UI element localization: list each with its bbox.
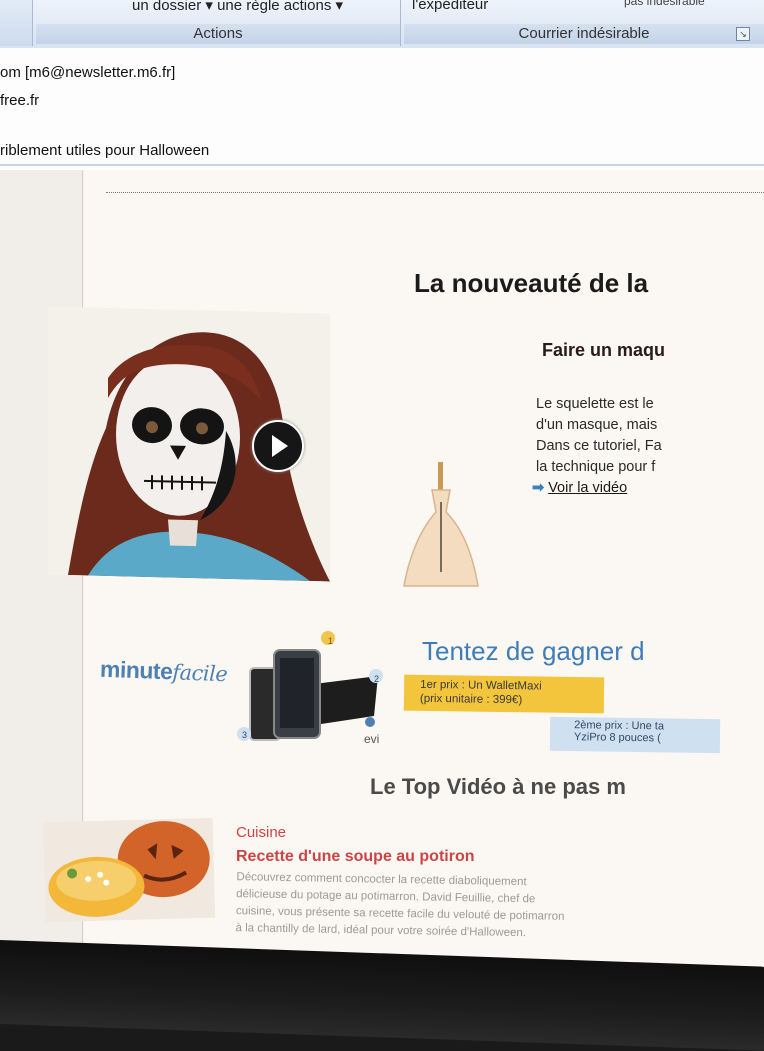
header-divider bbox=[0, 164, 764, 166]
ribbon-group-actions: un dossier ▾ une règle actions ▾ Actions bbox=[36, 0, 401, 46]
article-line: d'un masque, mais bbox=[536, 417, 658, 433]
article-excerpt: Le squelette est le d'un masque, mais Da… bbox=[536, 394, 662, 478]
video-title-link[interactable]: Recette d'une soupe au potiron bbox=[236, 848, 475, 866]
first-prize-price: (prix unitaire : 399€) bbox=[419, 692, 523, 707]
dialog-launcher-icon[interactable]: ↘ bbox=[736, 27, 750, 41]
video-description: Découvrez comment concocter la recette d… bbox=[235, 869, 565, 943]
ribbon-actions-buttons[interactable]: un dossier ▾ une règle actions ▾ bbox=[132, 0, 400, 14]
decorative-bottle-image bbox=[403, 462, 479, 587]
watch-video-link[interactable]: ➡ Voir la vidéo bbox=[532, 480, 627, 496]
ribbon-group-label-actions: Actions bbox=[36, 24, 400, 44]
play-video-icon[interactable] bbox=[252, 420, 304, 472]
ribbon-not-junk-button[interactable]: pas indésirable bbox=[624, 0, 764, 8]
logo-script: facile bbox=[171, 660, 228, 687]
ribbon-group-label-junk: Courrier indésirable bbox=[404, 24, 764, 44]
top-video-heading: Le Top Vidéo à ne pas m bbox=[370, 774, 626, 799]
pumpkin-soup-thumbnail[interactable] bbox=[42, 817, 216, 923]
second-prize-detail: YziPro 8 pouces ( bbox=[573, 731, 661, 745]
device-brand: evi bbox=[364, 732, 380, 746]
article-line: Le squelette est le bbox=[536, 396, 654, 412]
badge-3: 3 bbox=[242, 730, 248, 740]
ribbon-toolbar: un dossier ▾ une règle actions ▾ Actions… bbox=[0, 0, 764, 49]
monitor-screen: un dossier ▾ une règle actions ▾ Actions… bbox=[0, 0, 764, 970]
ribbon-group-partial bbox=[0, 0, 33, 46]
article-line: la technique pour f bbox=[536, 459, 656, 475]
watch-video-label[interactable]: Voir la vidéo bbox=[548, 480, 627, 496]
contest-headline[interactable]: Tentez de gagner d bbox=[422, 636, 645, 667]
article-line: Dans ce tutoriel, Fa bbox=[536, 438, 662, 454]
email-body: La nouveauté de la Faire un maqu Le sque… bbox=[0, 170, 764, 970]
second-prize-banner: 2ème prix : Une ta YziPro 8 pouces ( bbox=[549, 716, 721, 754]
logo-main: minute bbox=[99, 655, 173, 685]
email-from[interactable]: om [m6@newsletter.m6.fr] bbox=[0, 64, 175, 81]
dotted-divider bbox=[106, 192, 764, 193]
article-title[interactable]: Faire un maqu bbox=[542, 340, 665, 361]
email-header: om [m6@newsletter.m6.fr] free.fr ribleme… bbox=[0, 48, 764, 170]
ribbon-group-junk: l'expéditeur pas indésirable Courrier in… bbox=[404, 0, 764, 46]
newsletter-headline: La nouveauté de la bbox=[414, 268, 649, 298]
first-prize-banner: 1er prix : Un WalletMaxi (prix unitaire … bbox=[403, 674, 605, 714]
email-to[interactable]: free.fr bbox=[0, 92, 39, 109]
minute-facile-logo[interactable]: minutefacile bbox=[100, 656, 228, 687]
badge-1: 1 bbox=[328, 636, 334, 646]
email-subject: ribleme­nt utiles pour Halloween bbox=[0, 142, 210, 159]
video-category[interactable]: Cuisine bbox=[236, 824, 286, 841]
badge-2: 2 bbox=[374, 674, 380, 684]
arrow-right-icon: ➡ bbox=[532, 480, 545, 496]
